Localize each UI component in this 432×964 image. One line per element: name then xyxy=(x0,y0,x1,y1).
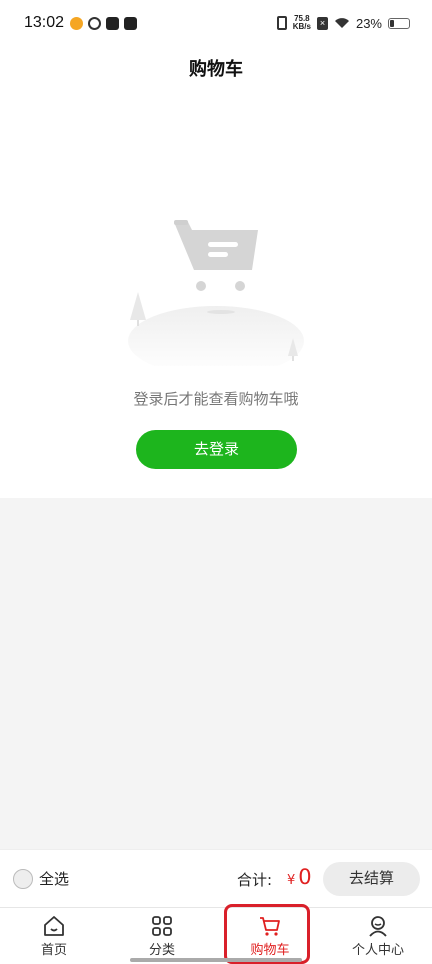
login-button[interactable]: 去登录 xyxy=(136,430,297,469)
tab-category-label: 分类 xyxy=(148,943,175,958)
status-bar: 13:02 75.8 KB/s × 23% xyxy=(0,0,432,50)
tiktok-icon xyxy=(124,17,137,30)
page-header: 购物车 xyxy=(0,50,432,90)
checkout-button[interactable]: 去结算 xyxy=(323,862,420,896)
weibo-icon xyxy=(70,17,83,30)
user-icon xyxy=(369,916,387,937)
select-all-label: 全选 xyxy=(39,870,70,888)
checkout-bar: 全选 合计: ¥0 去结算 xyxy=(0,849,432,907)
tab-profile[interactable]: 个人中心 xyxy=(324,908,432,964)
select-all-radio[interactable] xyxy=(13,868,33,889)
page-title: 购物车 xyxy=(189,59,243,80)
currency-symbol: ¥ xyxy=(287,873,296,888)
wifi-icon xyxy=(334,18,349,28)
home-indicator[interactable] xyxy=(130,958,302,962)
battery-percent: 23% xyxy=(355,15,382,31)
tab-cart[interactable]: 购物车 xyxy=(216,908,324,964)
link-app-icon xyxy=(88,17,101,30)
total-price: ¥0 xyxy=(287,865,312,889)
home-icon xyxy=(44,916,64,936)
total-label: 合计: xyxy=(237,871,273,889)
vibrate-icon xyxy=(276,16,287,30)
select-all-toggle[interactable]: 全选 xyxy=(13,868,69,889)
tab-profile-label: 个人中心 xyxy=(351,943,404,958)
network-speed: 75.8 KB/s xyxy=(293,15,311,31)
no-sim-icon: × xyxy=(316,16,328,30)
status-time: 13:02 xyxy=(24,14,65,31)
bottom-tab-bar: 首页 分类 购物车 个人中心 xyxy=(0,907,432,964)
total-amount-value: 0 xyxy=(298,865,312,889)
tab-home-label: 首页 xyxy=(40,943,67,958)
tab-category[interactable]: 分类 xyxy=(108,908,216,964)
notification-icons xyxy=(70,17,137,30)
net-speed-unit: KB/s xyxy=(292,22,311,31)
mail-icon xyxy=(106,17,119,30)
grid-icon xyxy=(152,916,172,936)
cart-icon xyxy=(260,917,280,936)
empty-cart-message: 登录后才能查看购物车哦 xyxy=(133,390,299,408)
battery-icon xyxy=(388,17,410,29)
status-right: 75.8 KB/s × 23% xyxy=(276,15,410,31)
empty-cart-illustration-icon xyxy=(128,220,304,366)
tab-home[interactable]: 首页 xyxy=(0,908,108,964)
empty-cart-area: 登录后才能查看购物车哦 去登录 xyxy=(0,90,432,498)
tab-cart-label: 购物车 xyxy=(250,943,290,958)
